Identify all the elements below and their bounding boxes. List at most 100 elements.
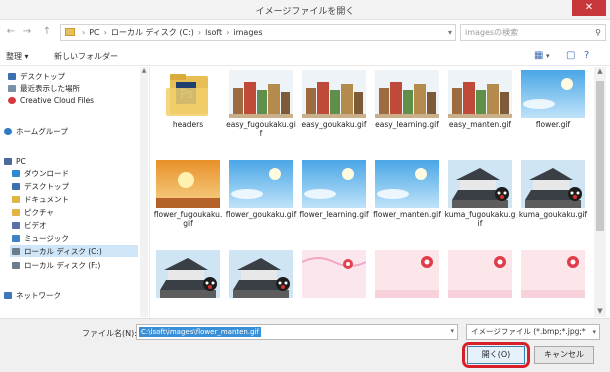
breadcrumb-separator: › <box>103 28 107 37</box>
chevron-down-icon[interactable]: ▾ <box>592 325 596 339</box>
nav-item-label: PC <box>16 156 26 166</box>
chevron-down-icon[interactable]: ▾ <box>546 52 550 60</box>
file-item[interactable]: easy_goukaku.gif <box>298 70 370 146</box>
nav-item-desktop[interactable]: デスクトップ <box>8 70 65 82</box>
open-button[interactable]: 開く(O) <box>467 346 525 364</box>
file-name-label: easy_learning.gif <box>375 120 439 129</box>
breadcrumb-separator: › <box>226 28 230 37</box>
file-item[interactable]: kuma_goukaku.gif <box>517 160 589 236</box>
filetype-value: イメージファイル (*.bmp;*.jpg;* <box>471 327 586 336</box>
folder-icon: Ps <box>156 70 220 118</box>
file-item[interactable]: easy_learning.gif <box>371 70 443 146</box>
filename-value[interactable]: C:\lsoft\images\flower_manten.gif <box>139 327 261 337</box>
breadcrumb-local-disk[interactable]: ローカル ディスク (C:) <box>111 28 194 37</box>
nav-item-pictures[interactable]: ピクチャ <box>12 206 54 218</box>
back-icon[interactable]: ← <box>4 25 18 39</box>
address-bar[interactable]: › PC › ローカル ディスク (C:) › lsoft › images ▾ <box>60 24 456 41</box>
filetype-select[interactable]: イメージファイル (*.bmp;*.jpg;* ▾ <box>466 324 600 340</box>
nav-item-label: ピクチャ <box>24 207 54 217</box>
nav-item-label: ホームグループ <box>16 126 68 136</box>
folder-item[interactable]: Ps headers <box>152 70 224 146</box>
file-item[interactable]: easy_fugoukaku.gif <box>225 70 297 146</box>
file-item[interactable]: kuma_fugoukaku.gif <box>444 160 516 236</box>
search-icon[interactable]: ⚲ <box>595 25 601 40</box>
breadcrumb-separator: › <box>197 28 202 37</box>
forward-icon[interactable]: → <box>20 25 34 39</box>
nav-item-creative-cloud[interactable]: Creative Cloud Files <box>8 94 94 106</box>
nav-item-downloads[interactable]: ダウンロード <box>12 167 69 179</box>
image-thumbnail <box>521 250 585 298</box>
scrollbar-thumb[interactable] <box>596 81 604 231</box>
file-item[interactable] <box>298 250 370 317</box>
scroll-up-icon[interactable]: ▲ <box>140 67 148 75</box>
view-options-icon[interactable]: ▦ <box>534 50 543 61</box>
file-item[interactable] <box>225 250 297 317</box>
close-button[interactable]: ✕ <box>572 0 606 16</box>
new-folder-button[interactable]: 新しいフォルダー <box>54 51 118 62</box>
chevron-down-icon[interactable]: ▾ <box>448 25 452 40</box>
image-thumbnail <box>229 70 293 118</box>
nav-item-local-disk-f[interactable]: ローカル ディスク (F:) <box>12 259 100 271</box>
nav-scrollbar[interactable]: ▲ <box>140 67 148 317</box>
search-input[interactable]: imagesの検索 ⚲ <box>460 24 606 41</box>
nav-item-label: 最近表示した場所 <box>20 83 80 93</box>
nav-item-documents[interactable]: ドキュメント <box>12 193 69 205</box>
file-item[interactable]: flower_manten.gif <box>371 160 443 236</box>
file-name-label: flower.gif <box>535 120 571 129</box>
nav-item-homegroup[interactable]: ホームグループ <box>4 125 68 137</box>
downloads-icon <box>12 169 20 177</box>
help-icon[interactable]: ? <box>584 50 589 61</box>
window-title: イメージファイルを開く <box>255 7 355 17</box>
nav-item-recent-places[interactable]: 最近表示した場所 <box>8 82 80 94</box>
organize-button[interactable]: 整理 ▾ <box>6 51 29 62</box>
file-item[interactable]: flower_learning.gif <box>298 160 370 236</box>
nav-item-label: ローカル ディスク (F:) <box>24 260 101 270</box>
file-item[interactable] <box>444 250 516 317</box>
image-thumbnail <box>156 250 220 298</box>
nav-item-network[interactable]: ネットワーク <box>4 289 61 301</box>
nav-item-pc[interactable]: PC <box>4 155 26 167</box>
nav-item-label: ネットワーク <box>16 290 61 300</box>
image-thumbnail <box>375 70 439 118</box>
pc-icon <box>4 157 12 165</box>
nav-item-videos[interactable]: ビデオ <box>12 219 47 231</box>
music-icon <box>12 234 20 242</box>
chevron-down-icon[interactable]: ▾ <box>450 327 454 335</box>
recent-places-icon <box>8 84 16 92</box>
search-placeholder: imagesの検索 <box>465 28 519 37</box>
file-item[interactable] <box>152 250 224 317</box>
pictures-icon <box>12 208 20 216</box>
dialog-footer: ファイル名(N): C:\lsoft\images\flower_manten.… <box>0 318 610 372</box>
file-list: Ps headers easy_fugoukaku.gif easy_goukaku.… <box>152 67 592 317</box>
image-thumbnail <box>448 250 512 298</box>
file-item[interactable]: flower_goukaku.gif <box>225 160 297 236</box>
file-name-label: kuma_goukaku.gif <box>518 210 588 219</box>
file-item[interactable]: flower_fugoukaku.gif <box>152 160 224 236</box>
preview-pane-icon[interactable]: ▢ <box>566 50 575 61</box>
file-name-label: flower_goukaku.gif <box>225 210 297 219</box>
scroll-down-icon[interactable]: ▼ <box>594 307 606 317</box>
file-item[interactable]: easy_manten.gif <box>444 70 516 146</box>
nav-item-music[interactable]: ミュージック <box>12 232 69 244</box>
file-name-label: easy_goukaku.gif <box>301 120 367 129</box>
up-icon[interactable]: ↑ <box>40 25 54 39</box>
nav-item-local-disk-c[interactable]: ローカル ディスク (C:) <box>10 245 138 257</box>
file-list-scrollbar[interactable]: ▲ ▼ <box>594 67 606 317</box>
nav-item-label: Creative Cloud Files <box>20 95 95 105</box>
nav-item-desktop-pc[interactable]: デスクトップ <box>12 180 69 192</box>
breadcrumb-images[interactable]: images <box>233 28 262 37</box>
file-item[interactable] <box>371 250 443 317</box>
nav-item-label: ミュージック <box>24 233 69 243</box>
breadcrumb-pc[interactable]: PC <box>89 28 99 37</box>
breadcrumb-lsoft[interactable]: lsoft <box>205 28 222 37</box>
file-name-label: flower_fugoukaku.gif <box>153 210 223 228</box>
file-item[interactable]: flower.gif <box>517 70 589 146</box>
drive-icon <box>12 247 20 255</box>
nav-item-label: ダウンロード <box>24 168 69 178</box>
filename-input[interactable]: C:\lsoft\images\flower_manten.gif ▾ <box>136 324 458 340</box>
cancel-button[interactable]: キャンセル <box>534 346 594 364</box>
scroll-up-icon[interactable]: ▲ <box>594 67 606 77</box>
file-name-label: flower_manten.gif <box>373 210 441 219</box>
file-item[interactable] <box>517 250 589 317</box>
image-thumbnail <box>302 160 366 208</box>
